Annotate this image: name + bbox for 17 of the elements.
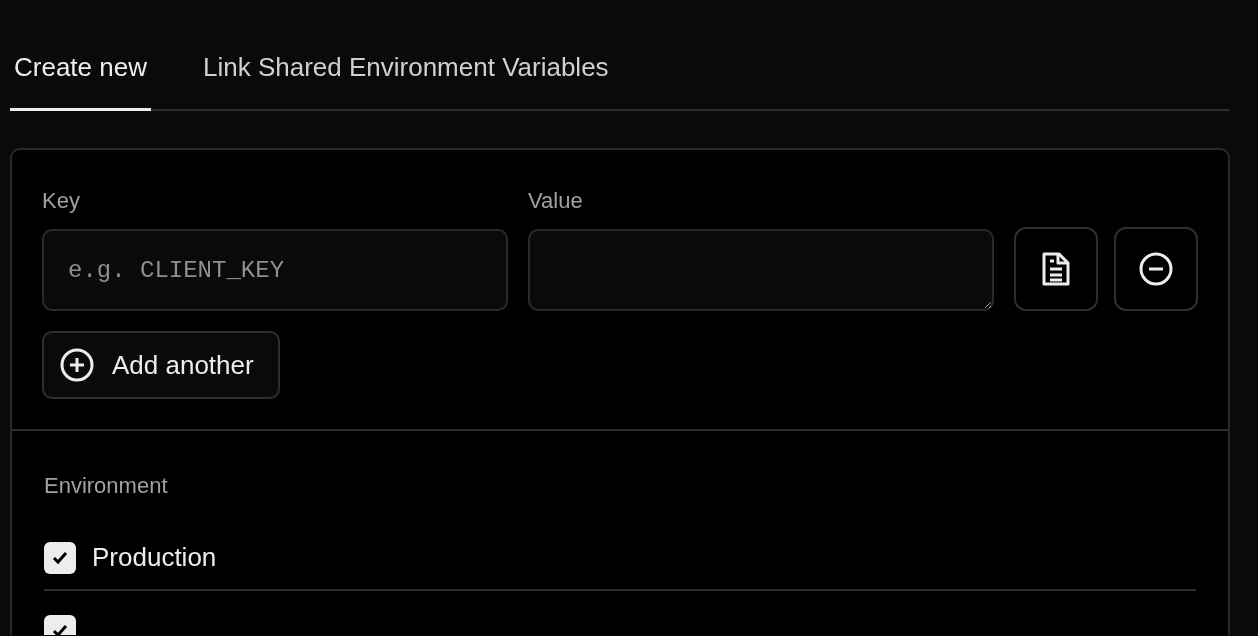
tab[interactable]: Create new [10,38,151,111]
checkbox[interactable] [44,541,76,574]
document-button[interactable] [1014,227,1098,311]
environment-label: Environment [44,472,169,500]
value-label: Value [528,187,584,215]
key-label: Key [42,187,81,215]
key-field[interactable]: e.g. CLIENT_KEY [42,229,508,311]
check-icon [52,624,68,635]
remove-button[interactable] [1114,227,1198,311]
tab[interactable]: Link Shared Environment Variables [198,38,613,111]
add-another-button[interactable]: Add another [42,331,280,399]
minus-circle-icon [1139,252,1173,286]
plus-circle-icon [60,348,94,382]
checkbox-label: Production [92,541,217,574]
document-icon [1041,252,1071,286]
value-field[interactable] [528,229,994,311]
check-icon [52,550,68,565]
